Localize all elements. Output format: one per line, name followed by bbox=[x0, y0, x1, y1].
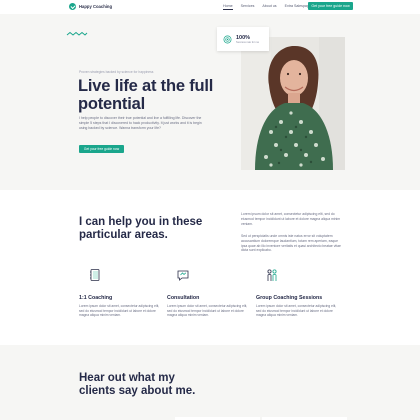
testimonials-section: Hear out what my clients say about me. bbox=[0, 345, 420, 420]
brand-name: Happy Coaching bbox=[79, 4, 113, 9]
group-people-icon bbox=[267, 269, 277, 281]
service-card-consultation: Consultation Lorem ipsum dolor sit amet,… bbox=[167, 268, 259, 318]
service-text: Lorem ipsum dolor sit amet, consectetur … bbox=[167, 304, 248, 318]
squiggle-decoration-icon bbox=[66, 31, 88, 36]
services-paragraph: Sed ut perspiciatis unde omnis iste natu… bbox=[241, 234, 341, 253]
notebook-icon bbox=[90, 269, 100, 281]
check-circle-icon bbox=[69, 3, 76, 10]
hero-title: Live life at the full potential bbox=[78, 77, 214, 113]
main-nav: Home Services About us Extra Salespage bbox=[219, 3, 315, 10]
brand-logo[interactable]: Happy Coaching bbox=[69, 3, 112, 10]
nav-item-services[interactable]: Services bbox=[237, 3, 259, 9]
nav-item-home[interactable]: Home bbox=[219, 3, 237, 10]
header-cta-button[interactable]: Get your free guide now bbox=[308, 2, 353, 10]
service-title: Consultation bbox=[167, 295, 200, 301]
portrait-image-icon bbox=[241, 37, 345, 170]
coach-portrait bbox=[241, 37, 345, 170]
service-card-coaching: 1:1 Coaching Lorem ipsum dolor sit amet,… bbox=[79, 268, 171, 318]
services-title: I can help you in these particular areas… bbox=[79, 216, 203, 241]
site-header: Happy Coaching Home Services About us Ex… bbox=[0, 0, 420, 14]
hero-eyebrow: Proven strategies backed by science for … bbox=[79, 70, 154, 74]
service-title: Group Coaching Sessions bbox=[256, 295, 323, 301]
services-section: I can help you in these particular areas… bbox=[0, 190, 420, 345]
service-text: Lorem ipsum dolor sit amet, consectetur … bbox=[256, 304, 337, 318]
success-stat-card: 100% Success rate for me bbox=[217, 27, 269, 51]
testimonials-title: Hear out what my clients say about me. bbox=[79, 372, 196, 397]
nav-item-about[interactable]: About us bbox=[258, 3, 280, 9]
services-paragraph: Lorem ipsum dolor sit amet, consectetur … bbox=[241, 212, 341, 226]
service-title: 1:1 Coaching bbox=[79, 295, 113, 301]
target-icon bbox=[223, 35, 232, 43]
hero-cta-button[interactable]: Get your free guide now bbox=[79, 145, 124, 153]
service-card-group: Group Coaching Sessions Lorem ipsum dolo… bbox=[256, 268, 348, 318]
chat-bubble-icon bbox=[177, 270, 189, 281]
stat-label: Success rate for me bbox=[236, 40, 260, 44]
hero-section: Proven strategies backed by science for … bbox=[0, 14, 420, 190]
hero-description: I help people to discover their true pot… bbox=[79, 116, 202, 130]
service-text: Lorem ipsum dolor sit amet, consectetur … bbox=[79, 304, 160, 318]
